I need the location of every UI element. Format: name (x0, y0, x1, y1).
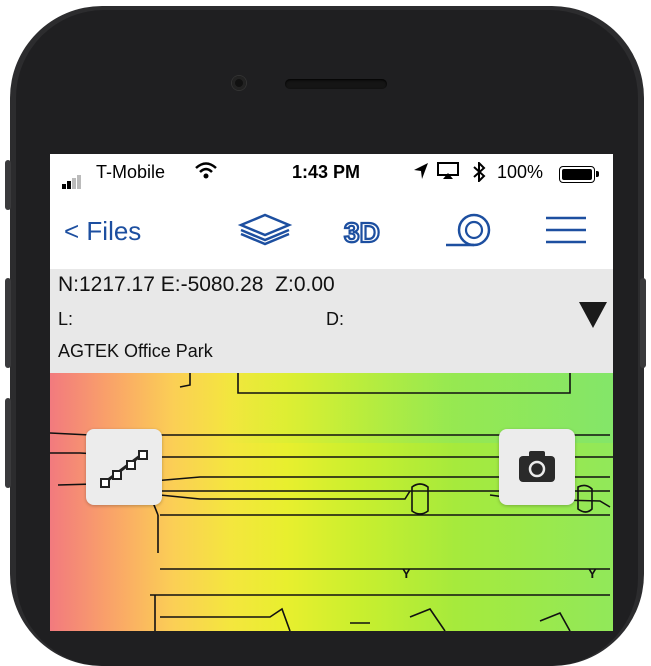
measure-tape-icon[interactable] (444, 210, 496, 255)
camera-button[interactable] (499, 429, 575, 505)
battery-percent: 100% (497, 162, 544, 182)
side-button-volume-down (5, 398, 11, 488)
camera-icon (519, 451, 555, 482)
menu-icon[interactable] (544, 214, 588, 251)
layers-icon[interactable] (237, 212, 293, 257)
side-button-power (640, 278, 646, 368)
front-camera (232, 76, 246, 90)
distance-label: D: (326, 309, 344, 329)
wifi-icon (195, 162, 217, 185)
bluetooth-icon (472, 160, 486, 187)
side-button-volume-up (5, 278, 11, 368)
airplay-icon (437, 162, 459, 185)
svg-text:Y: Y (588, 566, 597, 581)
earpiece-speaker (285, 79, 387, 89)
site-name: AGTEK Office Park (58, 341, 213, 361)
3d-label: 3D (344, 217, 380, 248)
svg-text:Y: Y (402, 566, 411, 581)
dropdown-triangle-icon[interactable] (579, 302, 607, 328)
carrier-name: T-Mobile (96, 162, 166, 182)
profile-points-icon (100, 450, 148, 488)
status-bar: T-Mobile 1:43 PM 100% (50, 154, 613, 194)
coordinate-readout: N:1217.17 E:-5080.28 Z:0.00 (58, 273, 335, 296)
back-to-files-button[interactable]: < Files (64, 216, 141, 247)
battery-icon (559, 166, 599, 183)
profile-tool-button[interactable] (86, 429, 162, 505)
clock: 1:43 PM (292, 162, 361, 182)
cut-fill-map[interactable]: Y Y (50, 373, 613, 631)
side-button-mute (5, 160, 11, 210)
3d-view-icon[interactable]: 3D (340, 214, 392, 255)
app-screen: T-Mobile 1:43 PM 100% < Files 3D N:1217.… (50, 154, 613, 631)
signal-icon (62, 168, 82, 189)
coordinate-info-panel: N:1217.17 E:-5080.28 Z:0.00 L: D: AGTEK … (50, 269, 613, 373)
nav-bar: < Files 3D (50, 194, 613, 267)
location-arrow-icon (413, 162, 429, 185)
length-label: L: (58, 309, 74, 329)
